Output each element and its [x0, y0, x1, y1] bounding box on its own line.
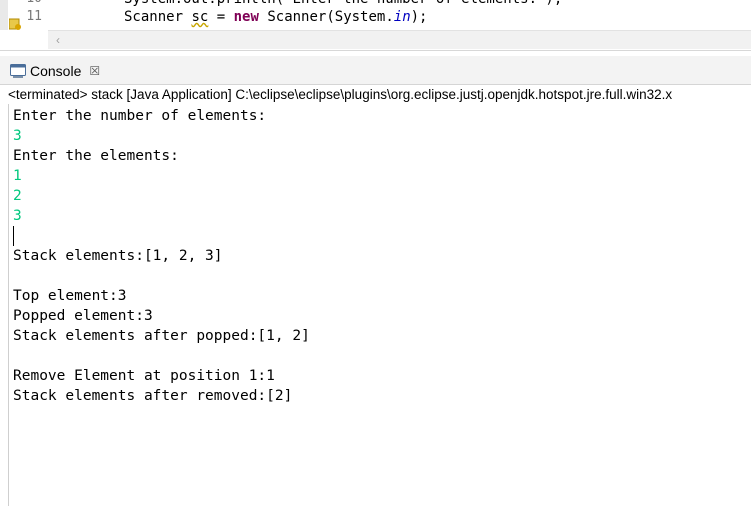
scroll-left-arrow[interactable]: ‹	[56, 33, 60, 47]
console-line: Top element:3	[13, 288, 127, 304]
console-line: Stack elements after popped:[1, 2]	[13, 328, 310, 344]
console-input-line: 2	[13, 188, 22, 204]
console-tab-bar: Console ☒	[0, 56, 751, 85]
console-line: Stack elements:[1, 2, 3]	[13, 248, 223, 264]
warning-icon	[9, 18, 21, 30]
console-line: Remove Element at position 1:1	[13, 368, 275, 384]
code-text: Scanner sc = new Scanner(System.in);	[124, 8, 427, 26]
console-output[interactable]: Enter the number of elements: 3 Enter th…	[8, 104, 751, 506]
line-number: 11	[26, 9, 42, 24]
console-line: Enter the number of elements:	[13, 108, 267, 124]
code-line-11: 11 Scanner sc = new Scanner(System.in);	[0, 8, 751, 30]
code-editor[interactable]: 10 System.out.println("Enter the number …	[0, 0, 751, 51]
horizontal-scrollbar[interactable]: ‹	[48, 30, 751, 49]
code-text: System.out.println("Enter the number of …	[124, 0, 562, 8]
text-caret	[13, 226, 14, 246]
end-token: );	[410, 9, 428, 25]
type-token: Scanner	[124, 9, 184, 25]
close-icon[interactable]: ☒	[89, 64, 100, 78]
assign-token: =	[208, 9, 234, 25]
console-icon	[10, 64, 26, 78]
variable-token: sc	[191, 9, 209, 25]
ctor-token: Scanner(System.	[258, 9, 394, 25]
tab-console[interactable]: Console ☒	[10, 60, 100, 82]
tab-console-label: Console	[30, 63, 82, 79]
console-line: Stack elements after removed:[2]	[13, 388, 293, 404]
console-input-line: 1	[13, 168, 22, 184]
keyword-token: new	[233, 9, 259, 25]
console-input-line: 3	[13, 128, 22, 144]
field-token: in	[393, 9, 411, 25]
console-line: Enter the elements:	[13, 148, 179, 164]
console-line: Popped element:3	[13, 308, 153, 324]
terminated-status: <terminated> stack [Java Application] C:…	[8, 86, 751, 105]
line-number: 10	[22, 0, 42, 8]
console-input-line: 3	[13, 208, 22, 224]
